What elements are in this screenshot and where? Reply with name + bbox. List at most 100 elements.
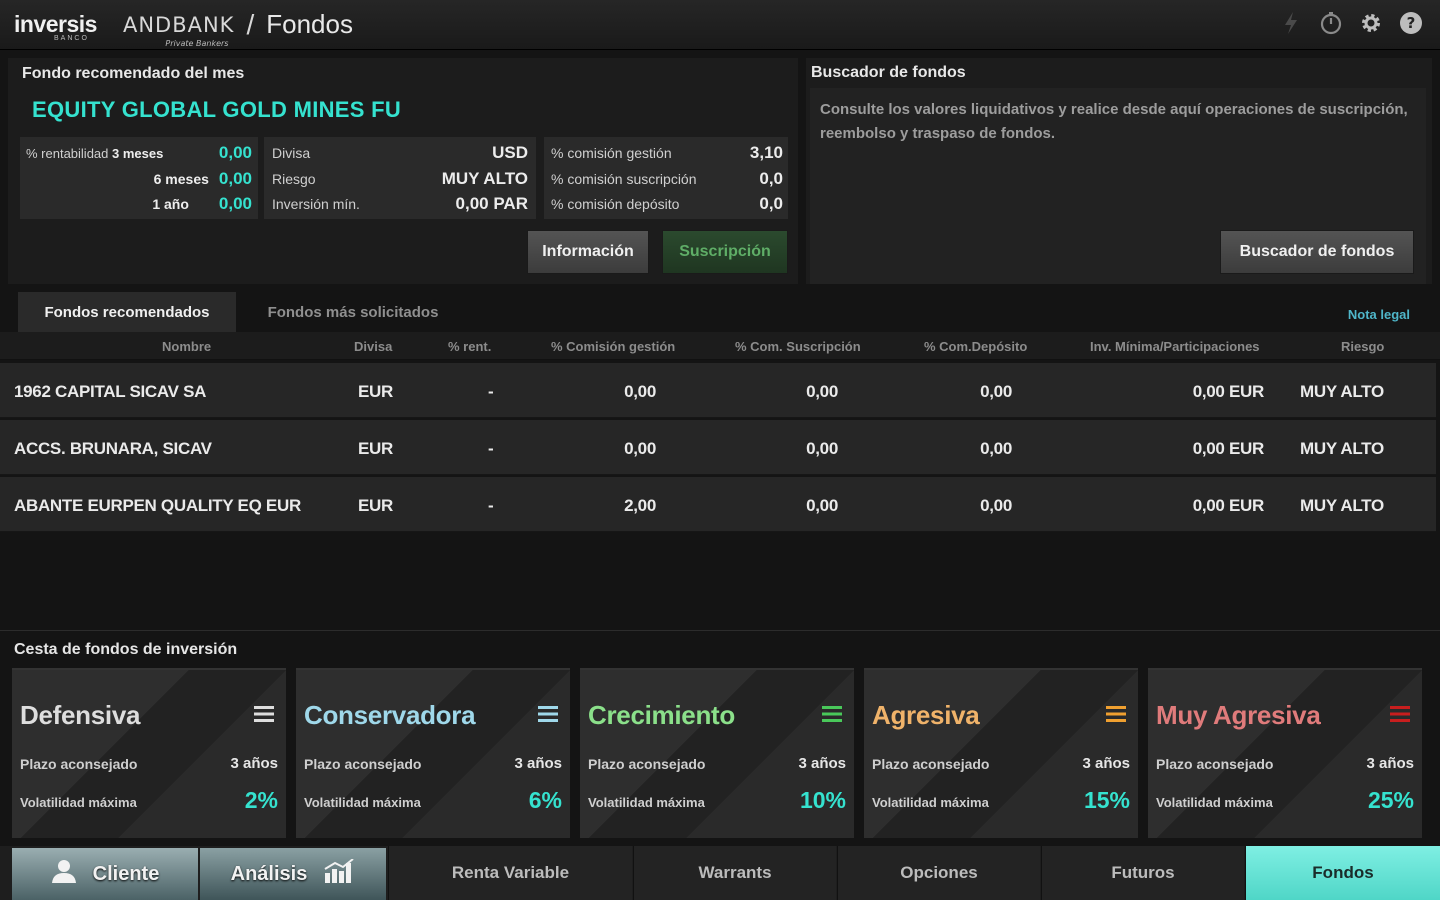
menu-icon[interactable] <box>1106 704 1126 724</box>
table-row[interactable]: 1962 CAPITAL SICAV SA EUR - 0,00 0,00 0,… <box>0 363 1436 418</box>
inversion-min-label: Inversión mín. <box>272 196 360 212</box>
menu-icon[interactable] <box>1390 704 1410 724</box>
inversion-min-value: 0,00 PAR <box>455 194 528 213</box>
return-6m-label: 6 meses <box>153 171 209 187</box>
chart-icon <box>323 858 355 889</box>
plazo-label: Plazo aconsejado <box>304 756 422 772</box>
comision-suscripcion-label: % comisión suscripción <box>551 171 697 187</box>
cesta-card-crecimiento[interactable]: Crecimiento Plazo aconsejado 3 años Volatil… <box>580 668 854 838</box>
volatilidad-value: 6% <box>528 787 562 813</box>
col-inv-minima[interactable]: Inv. Mínima/Participaciones <box>1090 339 1260 354</box>
col-rent[interactable]: % rent. <box>448 339 491 354</box>
col-com-deposito[interactable]: % Com.Depósito <box>924 339 1027 354</box>
cell-com-deposito: 0,00 <box>980 439 1012 458</box>
table-row[interactable]: ABANTE EURPEN QUALITY EQ EUR EUR - 2,00 … <box>0 477 1436 532</box>
cell-comision-gestion: 2,00 <box>624 496 656 515</box>
cesta-card-conservadora[interactable]: Conservadora Plazo aconsejado 3 años Volati… <box>296 668 570 838</box>
nav-analisis[interactable]: Análisis <box>200 848 386 900</box>
cell-inv-minima: 0,00 EUR <box>1192 382 1265 401</box>
comision-deposito-label: % comisión depósito <box>551 196 680 212</box>
buscador-description: Consulte los valores liquidativos y real… <box>820 101 1408 142</box>
lightning-icon[interactable] <box>1278 10 1304 36</box>
card-name: Agresiva <box>872 700 980 730</box>
nav-cliente[interactable]: Cliente <box>12 848 198 900</box>
menu-icon[interactable] <box>822 704 842 724</box>
nav-fondos[interactable]: Fondos <box>1245 846 1440 900</box>
divisa-value: USD <box>492 143 528 162</box>
nav-warrants[interactable]: Warrants <box>633 846 836 900</box>
suscripcion-button[interactable]: Suscripción <box>662 230 788 274</box>
return-6m-value: 0,00 <box>218 169 252 188</box>
cell-riesgo: MUY ALTO <box>1300 439 1384 458</box>
user-icon <box>51 859 77 889</box>
menu-icon[interactable] <box>538 704 558 724</box>
nav-futuros[interactable]: Futuros <box>1041 846 1244 900</box>
volatilidad-label: Volatilidad máxima <box>1156 795 1273 810</box>
col-riesgo[interactable]: Riesgo <box>1341 339 1384 354</box>
menu-icon[interactable] <box>254 704 274 724</box>
cell-riesgo: MUY ALTO <box>1300 496 1384 515</box>
funds-table-header: Nombre Divisa % rent. % Comisión gestión… <box>0 332 1440 360</box>
card-name: Defensiva <box>20 700 141 730</box>
title-separator: / <box>246 8 255 40</box>
fund-details-box: Divisa USD Riesgo MUY ALTO Inversión mín… <box>264 137 536 219</box>
col-divisa[interactable]: Divisa <box>354 339 392 354</box>
cesta-card-defensiva[interactable]: Defensiva Plazo aconsejado 3 años Volatilid… <box>12 668 286 838</box>
recommended-fund-name[interactable]: EQUITY GLOBAL GOLD MINES FU <box>32 97 401 123</box>
comision-gestion-value: 3,10 <box>749 143 783 162</box>
cell-nombre[interactable]: 1962 CAPITAL SICAV SA <box>14 382 334 402</box>
help-icon[interactable]: ? <box>1398 10 1424 36</box>
commissions-box: % comisión gestión 3,10 % comisión suscr… <box>544 137 788 219</box>
plazo-label: Plazo aconsejado <box>872 756 990 772</box>
cell-com-suscripcion: 0,00 <box>806 496 838 515</box>
col-com-suscripcion[interactable]: % Com. Suscripción <box>735 339 861 354</box>
volatilidad-value: 25% <box>1367 787 1414 813</box>
svg-text:?: ? <box>1407 14 1416 32</box>
timer-icon[interactable] <box>1318 10 1344 36</box>
plazo-value: 3 años <box>230 755 278 772</box>
plazo-value: 3 años <box>514 755 562 772</box>
cesta-card-muy-agresiva[interactable]: Muy Agresiva Plazo aconsejado 3 años Volati… <box>1148 668 1422 838</box>
col-comision-gestion[interactable]: % Comisión gestión <box>551 339 675 354</box>
buscador-fondos-button[interactable]: Buscador de fondos <box>1220 230 1414 274</box>
return-1y-value: 0,00 <box>218 194 252 213</box>
return-1y-label: 1 año <box>152 196 189 212</box>
tab-fondos-recomendados[interactable]: Fondos recomendados <box>18 292 236 332</box>
logo-text: inversis <box>14 11 97 37</box>
cell-rent: - <box>488 382 494 401</box>
plazo-label: Plazo aconsejado <box>588 756 706 772</box>
cell-com-deposito: 0,00 <box>980 382 1012 401</box>
brand-subtext: Private Bankers <box>165 38 229 48</box>
plazo-label: Plazo aconsejado <box>1156 756 1274 772</box>
logo-subtext: BANCO <box>54 35 89 42</box>
riesgo-value: MUY ALTO <box>441 169 528 188</box>
comision-gestion-label: % comisión gestión <box>551 145 672 161</box>
cell-com-suscripcion: 0,00 <box>806 382 838 401</box>
cell-nombre[interactable]: ACCS. BRUNARA, SICAV <box>14 439 334 459</box>
bottom-nav: Cliente Análisis Renta Variable Warrants… <box>0 846 1440 900</box>
cell-nombre[interactable]: ABANTE EURPEN QUALITY EQ EUR <box>14 496 334 516</box>
nav-opciones[interactable]: Opciones <box>837 846 1040 900</box>
nota-legal-link[interactable]: Nota legal <box>1348 307 1410 322</box>
plazo-value: 3 años <box>1366 755 1414 772</box>
gear-icon[interactable] <box>1358 10 1384 36</box>
cell-com-suscripcion: 0,00 <box>806 439 838 458</box>
cell-divisa: EUR <box>358 496 393 515</box>
tab-fondos-mas-solicitados[interactable]: Fondos más solicitados <box>240 292 466 332</box>
plazo-value: 3 años <box>798 755 846 772</box>
card-name: Conservadora <box>304 700 476 730</box>
andbank-logo: ANDBANK Private Bankers <box>123 13 235 48</box>
cell-comision-gestion: 0,00 <box>624 382 656 401</box>
table-row[interactable]: ACCS. BRUNARA, SICAV EUR - 0,00 0,00 0,0… <box>0 420 1436 475</box>
returns-label: % rentabilidad 3 meses <box>26 145 164 161</box>
cell-rent: - <box>488 439 494 458</box>
return-3m-value: 0,00 <box>218 143 252 162</box>
inversis-logo[interactable]: inversis BANCO <box>14 11 97 42</box>
comision-suscripcion-value: 0,0 <box>759 169 783 188</box>
cesta-card-agresiva[interactable]: Agresiva Plazo aconsejado 3 años Volatilida… <box>864 668 1138 838</box>
volatilidad-value: 15% <box>1083 787 1130 813</box>
informacion-button[interactable]: Información <box>527 230 649 274</box>
plazo-label: Plazo aconsejado <box>20 756 138 772</box>
col-nombre[interactable]: Nombre <box>162 339 211 354</box>
nav-renta-variable[interactable]: Renta Variable <box>388 846 632 900</box>
